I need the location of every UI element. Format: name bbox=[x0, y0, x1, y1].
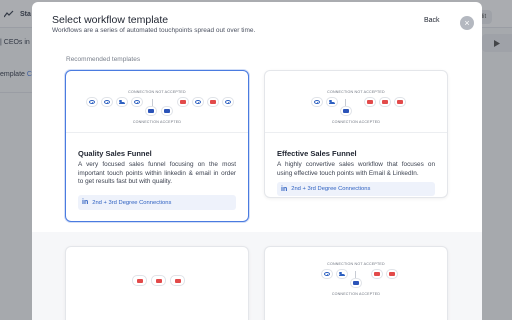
email-node bbox=[177, 97, 189, 107]
mail-icon bbox=[367, 100, 373, 104]
workflow-preview: CONNECTION NOT ACCEPTED CONNECTION ACCEP… bbox=[265, 247, 447, 317]
eye-icon bbox=[324, 272, 330, 276]
email-node bbox=[394, 97, 406, 107]
workflow-preview bbox=[66, 247, 248, 317]
linkedin-icon: in bbox=[281, 185, 288, 193]
caption-not-accepted: CONNECTION NOT ACCEPTED bbox=[128, 90, 186, 94]
mail-icon bbox=[389, 272, 395, 276]
mail-icon bbox=[155, 278, 162, 283]
mail-icon bbox=[353, 281, 359, 285]
mail-icon bbox=[382, 100, 388, 104]
mail-icon bbox=[136, 278, 143, 283]
connections-tag: in 2nd + 3rd Degree Connections bbox=[78, 195, 236, 210]
caption-not-accepted: CONNECTION NOT ACCEPTED bbox=[327, 262, 385, 266]
view-node bbox=[311, 97, 323, 107]
view-node bbox=[321, 269, 333, 279]
caption-accepted: CONNECTION ACCEPTED bbox=[331, 292, 381, 296]
workflow-preview: CONNECTION NOT ACCEPTED CONNECTION ACCEP… bbox=[265, 71, 447, 133]
template-title: Quality Sales Funnel bbox=[78, 149, 152, 158]
template-description: A highly convertive sales workflow that … bbox=[277, 161, 435, 177]
caption-accepted: CONNECTION ACCEPTED bbox=[331, 120, 381, 124]
template-card-connect-and-email[interactable]: CONNECTION NOT ACCEPTED CONNECTION ACCEP… bbox=[264, 246, 448, 320]
modal-header: Select workflow template Workflows are a… bbox=[32, 2, 482, 44]
email-node bbox=[340, 106, 352, 116]
template-title: Effective Sales Funnel bbox=[277, 149, 357, 158]
eye-icon bbox=[314, 100, 320, 104]
email-node bbox=[371, 269, 383, 279]
connections-tag: in 2nd + 3rd Degree Connections bbox=[277, 182, 435, 196]
view-node bbox=[131, 97, 143, 107]
connect-node bbox=[116, 97, 128, 107]
template-card-effective-sales-funnel[interactable]: CONNECTION NOT ACCEPTED CONNECTION ACCEP… bbox=[264, 70, 448, 198]
modal-title: Select workflow template bbox=[52, 14, 169, 26]
mail-icon bbox=[180, 100, 186, 104]
close-icon[interactable]: × bbox=[460, 16, 474, 30]
view-node bbox=[222, 97, 234, 107]
mail-icon bbox=[374, 272, 380, 276]
connect-node bbox=[336, 269, 348, 279]
email-node bbox=[386, 269, 398, 279]
caption-accepted: CONNECTION ACCEPTED bbox=[132, 120, 182, 124]
eye-icon bbox=[104, 100, 110, 104]
email-node bbox=[132, 275, 147, 286]
mail-icon bbox=[210, 100, 216, 104]
connections-tag-label: 2nd + 3rd Degree Connections bbox=[291, 186, 371, 192]
email-node bbox=[170, 275, 185, 286]
mail-icon bbox=[397, 100, 403, 104]
linkedin-icon: in bbox=[82, 199, 89, 206]
people-icon bbox=[339, 271, 345, 277]
email-node bbox=[379, 97, 391, 107]
template-card-quality-sales-funnel[interactable]: CONNECTION NOT ACCEPTED CONNECTION ACCEP… bbox=[65, 70, 249, 222]
workflow-template-modal: Select workflow template Workflows are a… bbox=[32, 2, 482, 320]
eye-icon bbox=[89, 100, 95, 104]
mail-icon bbox=[343, 109, 349, 113]
email-node bbox=[364, 97, 376, 107]
view-node bbox=[86, 97, 98, 107]
mail-icon bbox=[164, 109, 170, 113]
template-card-email-only[interactable] bbox=[65, 246, 249, 320]
workflow-preview: CONNECTION NOT ACCEPTED CONNECTION ACCEP… bbox=[66, 71, 248, 133]
caption-not-accepted: CONNECTION NOT ACCEPTED bbox=[327, 90, 385, 94]
modal-subtitle: Workflows are a series of automated touc… bbox=[52, 27, 256, 34]
connect-node bbox=[326, 97, 338, 107]
back-button[interactable]: Back bbox=[424, 17, 440, 24]
people-icon bbox=[329, 99, 335, 105]
email-node bbox=[151, 275, 166, 286]
people-icon bbox=[119, 99, 125, 105]
eye-icon bbox=[134, 100, 140, 104]
email-node bbox=[161, 106, 173, 116]
view-node bbox=[192, 97, 204, 107]
section-label: Recommended templates bbox=[66, 56, 141, 63]
template-description: A very focused sales funnel focusing on … bbox=[78, 161, 236, 186]
mail-icon bbox=[148, 109, 154, 113]
eye-icon bbox=[195, 100, 201, 104]
eye-icon bbox=[225, 100, 231, 104]
email-node bbox=[145, 106, 157, 116]
email-node bbox=[207, 97, 219, 107]
email-node bbox=[350, 278, 362, 288]
view-node bbox=[101, 97, 113, 107]
connections-tag-label: 2nd + 3rd Degree Connections bbox=[92, 199, 172, 206]
mail-icon bbox=[174, 278, 181, 283]
